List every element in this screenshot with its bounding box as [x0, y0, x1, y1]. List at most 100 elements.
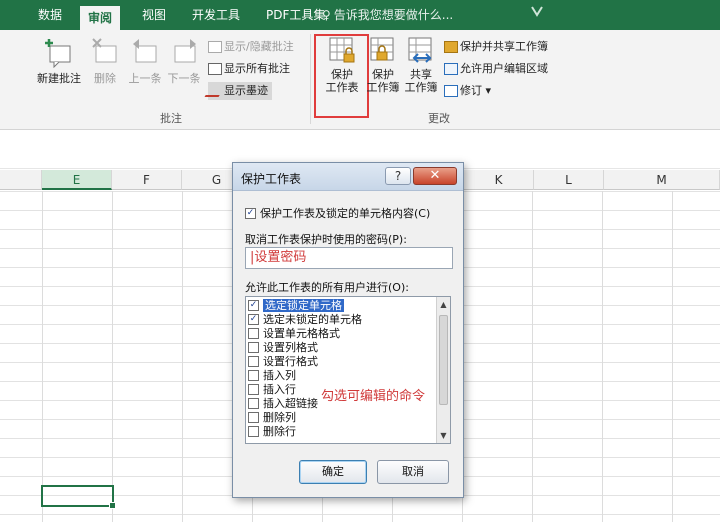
tab-developer[interactable]: 开发工具	[192, 0, 240, 30]
previous-comment-button[interactable]: 上一条	[128, 38, 162, 86]
checkbox-icon	[248, 397, 259, 409]
next-comment-button[interactable]: 下一条	[166, 38, 202, 86]
ribbon-review: 新建批注 删除 上一条 下一条 显示/隐藏批注 显示所有批注 显示墨迹 批注 保…	[0, 30, 720, 130]
annotation-text: 勾选可编辑的命令	[321, 389, 426, 404]
allow-edit-ranges-button[interactable]: 允许用户编辑区域	[444, 60, 548, 78]
ribbon-tab-bar: 数据 审阅 视图 开发工具 PDF工具集 ♀ 告诉我您想要做什么...	[0, 0, 720, 30]
share-workbook-label-2: 工作簿	[404, 81, 438, 94]
new-comment-icon	[45, 39, 71, 68]
track-changes-button[interactable]: 修订 ▾	[444, 82, 491, 100]
share-workbook-icon	[408, 37, 432, 63]
protect-locked-label: 保护工作表及锁定的单元格内容(C)	[260, 207, 431, 220]
protect-workbook-label-1: 保护	[372, 68, 394, 81]
tab-data[interactable]: 数据	[38, 0, 62, 30]
account-icon	[531, 6, 543, 17]
list-item[interactable]: 设置行格式	[248, 355, 318, 368]
previous-comment-label: 上一条	[128, 72, 162, 85]
checkbox-icon	[248, 355, 259, 367]
protect-share-workbook-button[interactable]: 保护并共享工作簿	[444, 38, 548, 56]
show-hide-comment-label: 显示/隐藏批注	[224, 40, 294, 53]
share-workbook-button[interactable]: 共享 工作簿	[402, 36, 440, 94]
new-comment-button[interactable]: 新建批注	[36, 38, 82, 86]
protect-workbook-label-2: 工作簿	[366, 81, 400, 94]
protect-share-icon	[444, 41, 458, 53]
tab-pdf-tools[interactable]: PDF工具集	[266, 0, 325, 30]
column-header-k[interactable]: K	[464, 170, 534, 190]
track-changes-icon	[444, 85, 458, 97]
list-item[interactable]: 删除行	[248, 425, 296, 438]
scroll-thumb[interactable]	[439, 315, 448, 405]
active-cell[interactable]	[41, 485, 116, 509]
checkbox-icon	[248, 327, 259, 339]
password-label: 取消工作表保护时使用的密码(P):	[245, 233, 407, 246]
allow-edit-ranges-label: 允许用户编辑区域	[460, 62, 548, 75]
row-header-corner[interactable]	[0, 170, 42, 190]
checkbox-icon	[248, 383, 259, 395]
list-item[interactable]: 插入列	[248, 369, 296, 382]
checkbox-icon	[248, 411, 259, 423]
show-all-comments-icon	[208, 63, 222, 75]
new-comment-label: 新建批注	[37, 72, 81, 85]
list-scrollbar[interactable]: ▲ ▼	[436, 297, 450, 443]
show-all-comments-label: 显示所有批注	[224, 62, 290, 75]
scroll-down-icon[interactable]: ▼	[437, 429, 450, 442]
column-header-l[interactable]: L	[534, 170, 604, 190]
checkbox-icon	[248, 369, 259, 381]
allow-edit-ranges-icon	[444, 63, 458, 75]
previous-comment-icon	[133, 39, 157, 63]
checkbox-icon	[248, 341, 259, 353]
chevron-down-icon: ▾	[482, 84, 492, 97]
group-separator	[310, 34, 311, 124]
list-item[interactable]: 删除列	[248, 411, 296, 424]
permissions-list[interactable]: ✓ 选定锁定单元格 ✓ 选定未锁定的单元格 设置单元格格式 设置列格式 设置行格式 …	[245, 296, 451, 444]
show-ink-button[interactable]: 显示墨迹	[204, 82, 272, 100]
protect-workbook-button[interactable]: 保护 工作簿	[364, 36, 402, 94]
help-button[interactable]: ?	[385, 167, 411, 185]
list-item[interactable]: 设置列格式	[248, 341, 318, 354]
protect-sheet-highlight	[314, 34, 369, 118]
lightbulb-icon: ♀	[322, 8, 331, 22]
list-item[interactable]: ✓ 选定锁定单元格	[248, 299, 344, 312]
checkbox-checked-icon: ✓	[248, 299, 259, 311]
checkbox-checked-icon: ✓	[248, 313, 259, 325]
column-header-e[interactable]: E	[42, 170, 112, 190]
scroll-up-icon[interactable]: ▲	[437, 298, 450, 311]
next-comment-label: 下一条	[167, 72, 201, 85]
ink-pen-icon	[204, 85, 226, 97]
protect-workbook-icon	[370, 37, 394, 61]
column-header-f[interactable]: F	[112, 170, 182, 190]
tell-me-text: 告诉我您想要做什么...	[333, 8, 454, 22]
protect-sheet-dialog: 保护工作表 ? ✕ ✓ 保护工作表及锁定的单元格内容(C) 取消工作表保护时使用的…	[232, 162, 464, 498]
password-input[interactable]: |设置密码	[245, 247, 453, 269]
list-item[interactable]: 插入超链接	[248, 397, 318, 410]
list-item[interactable]: 设置单元格格式	[248, 327, 340, 340]
comments-group-label: 批注	[160, 112, 182, 125]
cancel-button[interactable]: 取消	[377, 460, 449, 484]
delete-comment-label: 删除	[94, 72, 116, 85]
column-header-m[interactable]: M	[604, 170, 720, 190]
checkbox-icon	[248, 425, 259, 437]
share-workbook-label-1: 共享	[410, 68, 432, 81]
allow-users-label: 允许此工作表的所有用户进行(O):	[245, 281, 409, 294]
tell-me-search[interactable]: ♀ 告诉我您想要做什么...	[322, 0, 453, 30]
next-comment-icon	[174, 39, 196, 63]
delete-comment-icon	[92, 38, 117, 63]
password-value: 设置密码	[254, 250, 307, 265]
tab-view[interactable]: 视图	[142, 0, 166, 30]
track-changes-label: 修订	[460, 84, 482, 97]
list-item[interactable]: 插入行	[248, 383, 296, 396]
show-hide-comment-button[interactable]: 显示/隐藏批注	[208, 38, 294, 56]
show-ink-label: 显示墨迹	[224, 84, 268, 97]
protect-locked-checkbox[interactable]: ✓ 保护工作表及锁定的单元格内容(C)	[245, 205, 430, 221]
close-button[interactable]: ✕	[413, 167, 457, 185]
list-item[interactable]: ✓ 选定未锁定的单元格	[248, 313, 362, 326]
show-all-comments-button[interactable]: 显示所有批注	[208, 60, 290, 78]
protect-share-label: 保护并共享工作簿	[460, 40, 548, 53]
dialog-title-bar[interactable]: 保护工作表 ? ✕	[233, 163, 463, 191]
tab-review[interactable]: 审阅	[80, 6, 121, 30]
ok-button[interactable]: 确定	[299, 460, 367, 484]
dialog-title: 保护工作表	[241, 172, 302, 186]
show-hide-comment-icon	[208, 41, 222, 53]
changes-group-label: 更改	[428, 112, 450, 125]
delete-comment-button[interactable]: 删除	[90, 38, 120, 86]
